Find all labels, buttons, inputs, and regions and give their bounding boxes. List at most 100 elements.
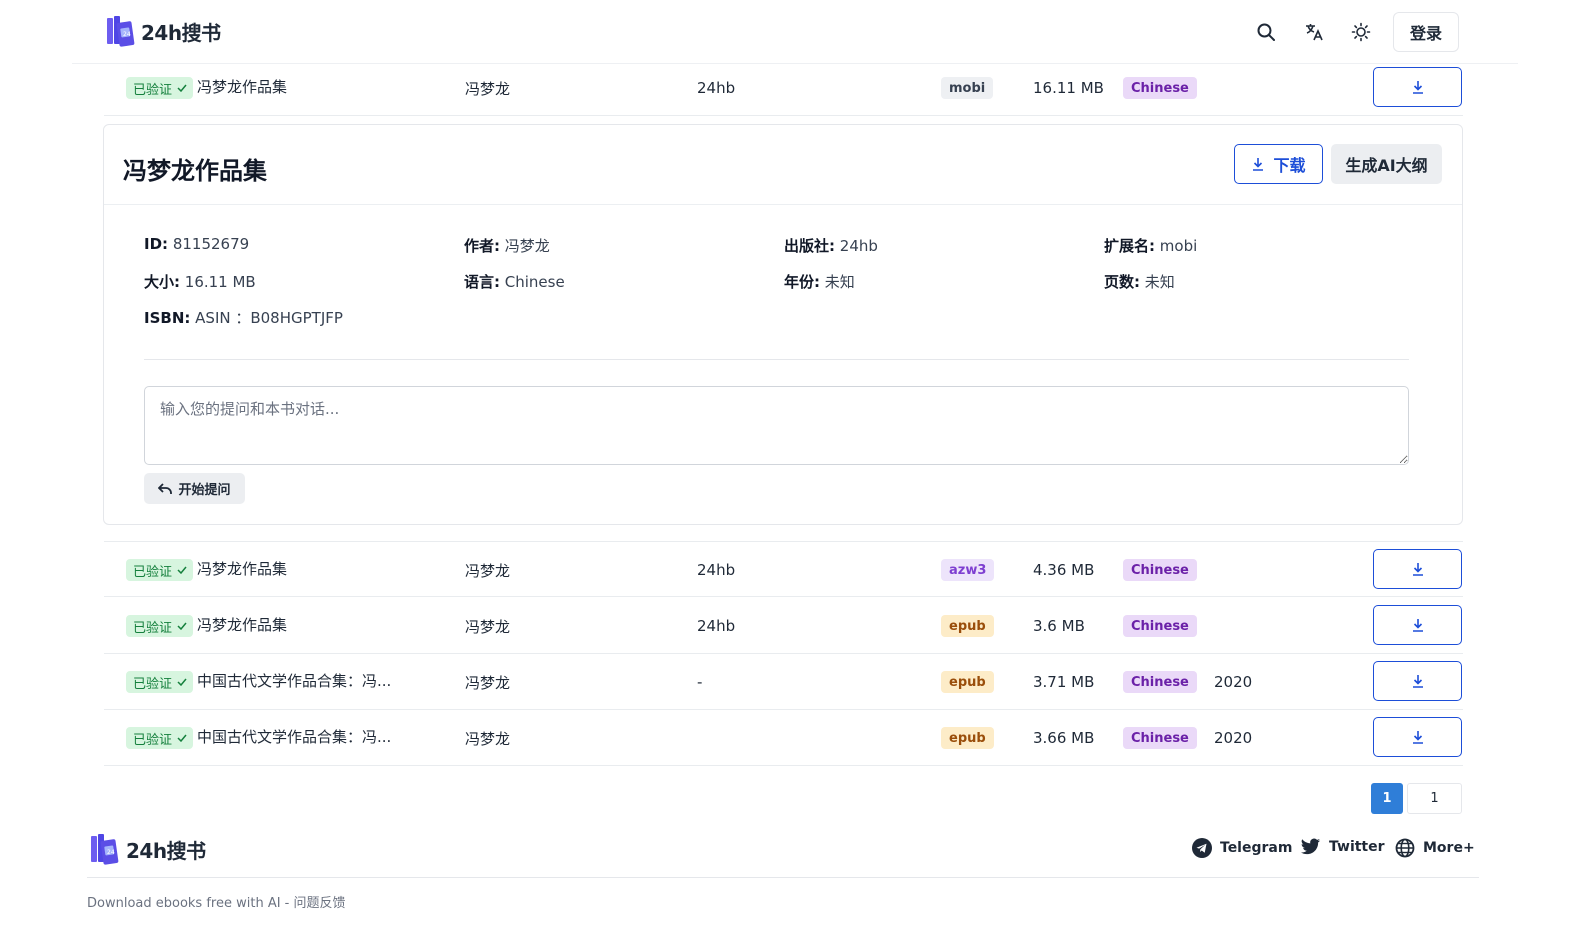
download-button[interactable] (1373, 67, 1462, 107)
verified-label: 已验证 (133, 676, 173, 692)
footer-brand[interactable]: 24 24h搜书 (88, 832, 206, 866)
check-icon (177, 622, 187, 630)
book-title[interactable]: 中国古代文学作品合集：冯... (197, 670, 391, 691)
brand-logo-link[interactable]: 24 24h搜书 (104, 14, 221, 48)
author-cell: 冯梦龙 (465, 673, 511, 692)
ask-question-input[interactable] (144, 386, 1409, 465)
page-button[interactable]: 1 (1407, 783, 1462, 814)
card-header: 冯梦龙作品集 下载 生成AI大纲 (104, 125, 1462, 205)
verified-badge: 已验证 (126, 615, 194, 637)
title-cell[interactable]: 已验证 冯梦龙作品集 (126, 598, 287, 654)
ext-tag: mobi (941, 77, 994, 99)
lang-cell: Chinese (1123, 710, 1197, 766)
table-row[interactable]: 已验证 冯梦龙作品集 冯梦龙 24hb azw3 4.36 MB Chinese (104, 541, 1463, 597)
publisher-cell: 24hb (697, 617, 736, 635)
brand-name: 24h搜书 (141, 20, 221, 45)
lang-cell: Chinese (1123, 598, 1197, 654)
feedback-link[interactable]: 问题反馈 (294, 896, 346, 911)
lang-cell: Chinese (1123, 654, 1197, 710)
ai-outline-button[interactable]: 生成AI大纲 (1331, 144, 1442, 184)
meta-label: 出版社: (784, 237, 835, 255)
download-icon (1412, 675, 1423, 688)
publisher-cell: 24hb (697, 561, 736, 579)
book-title[interactable]: 冯梦龙作品集 (197, 558, 287, 579)
check-icon (177, 566, 187, 574)
download-button[interactable] (1373, 605, 1462, 645)
verified-label: 已验证 (133, 82, 173, 98)
ext-cell: epub (941, 654, 994, 710)
author-cell: 冯梦龙 (465, 617, 511, 636)
download-button[interactable] (1373, 661, 1462, 701)
meta-year: 年份: 未知 (784, 271, 855, 292)
verified-badge: 已验证 (126, 77, 194, 99)
twitter-label: Twitter (1329, 839, 1385, 855)
table-row[interactable]: 已验证 冯梦龙作品集 冯梦龙 24hb epub 3.6 MB Chinese (104, 598, 1463, 654)
translate-icon[interactable] (1302, 20, 1326, 44)
download-button[interactable] (1373, 549, 1462, 589)
top-header: 24 24h搜书 登录 (72, 0, 1518, 64)
twitter-link[interactable]: Twitter (1300, 838, 1385, 856)
check-icon (177, 734, 187, 742)
telegram-label: Telegram (1220, 840, 1293, 856)
detail-download-button[interactable]: 下载 (1234, 144, 1323, 184)
download-icon (1412, 619, 1423, 632)
download-icon (1412, 563, 1423, 576)
more-label: More+ (1423, 840, 1475, 856)
download-label: 下载 (1273, 156, 1306, 175)
meta-value: 24hb (839, 237, 878, 255)
book-title[interactable]: 冯梦龙作品集 (197, 614, 287, 635)
author-cell: 冯梦龙 (465, 729, 511, 748)
meta-publisher: 出版社: 24hb (784, 235, 878, 256)
login-button[interactable]: 登录 (1393, 12, 1459, 52)
lang-tag: Chinese (1123, 77, 1197, 99)
table-row[interactable]: 已验证 冯梦龙作品集 冯梦龙 24hb mobi 16.11 MB Chines… (104, 60, 1463, 116)
check-icon (177, 678, 187, 686)
meta-value: 冯梦龙 (504, 237, 550, 255)
telegram-link[interactable]: Telegram (1192, 838, 1292, 858)
meta-value: 未知 (824, 273, 855, 291)
meta-ext: 扩展名: mobi (1104, 235, 1197, 256)
book-title[interactable]: 中国古代文学作品合集：冯... (197, 726, 391, 747)
title-cell[interactable]: 已验证 冯梦龙作品集 (126, 542, 287, 598)
title-cell[interactable]: 已验证 冯梦龙作品集 (126, 60, 287, 116)
svg-text:24: 24 (107, 849, 115, 856)
start-ask-button[interactable]: 开始提问 (144, 473, 245, 504)
meta-value: 未知 (1144, 273, 1175, 291)
ext-tag: azw3 (941, 559, 995, 581)
publisher-cell: 24hb (697, 79, 736, 97)
globe-icon (1395, 838, 1415, 858)
book-logo-icon: 24 (107, 16, 135, 47)
author-cell: 冯梦龙 (465, 561, 511, 580)
year-cell: 2020 (1214, 729, 1253, 747)
more-link[interactable]: More+ (1395, 838, 1475, 858)
meta-label: 年份: (784, 273, 820, 291)
tagline-text: Download ebooks free with AI - (87, 896, 294, 911)
detail-title: 冯梦龙作品集 (123, 157, 267, 185)
size-cell: 16.11 MB (1033, 79, 1104, 97)
page-button-current[interactable]: 1 (1371, 783, 1403, 814)
title-cell[interactable]: 已验证 中国古代文学作品合集：冯... (126, 710, 391, 766)
meta-id: ID: 81152679 (144, 235, 249, 253)
title-cell[interactable]: 已验证 中国古代文学作品合集：冯... (126, 654, 391, 710)
ext-cell: mobi (941, 60, 994, 116)
divider (144, 359, 1409, 360)
table-row[interactable]: 已验证 中国古代文学作品合集：冯... 冯梦龙 - epub 3.71 MB C… (104, 654, 1463, 710)
svg-text:24: 24 (123, 31, 131, 38)
meta-value: Chinese (504, 273, 565, 291)
meta-isbn: ISBN: ASIN ：B08HGPTJFP (144, 307, 343, 328)
verified-badge: 已验证 (126, 671, 194, 693)
download-button[interactable] (1373, 717, 1462, 757)
book-title[interactable]: 冯梦龙作品集 (197, 76, 287, 97)
table-row[interactable]: 已验证 中国古代文学作品合集：冯... 冯梦龙 epub 3.66 MB Chi… (104, 710, 1463, 766)
ext-tag: epub (941, 615, 994, 637)
ext-cell: epub (941, 710, 994, 766)
meta-label: 作者: (464, 237, 500, 255)
verified-label: 已验证 (133, 564, 173, 580)
theme-sun-icon[interactable] (1349, 20, 1373, 44)
download-icon (1412, 731, 1423, 744)
publisher-cell: - (697, 673, 703, 691)
search-icon[interactable] (1254, 20, 1278, 44)
book-detail-card: 冯梦龙作品集 下载 生成AI大纲 ID: 81152679 作者: 冯梦龙 出版… (103, 124, 1463, 525)
ext-tag: epub (941, 727, 994, 749)
book-logo-icon: 24 (91, 834, 119, 865)
